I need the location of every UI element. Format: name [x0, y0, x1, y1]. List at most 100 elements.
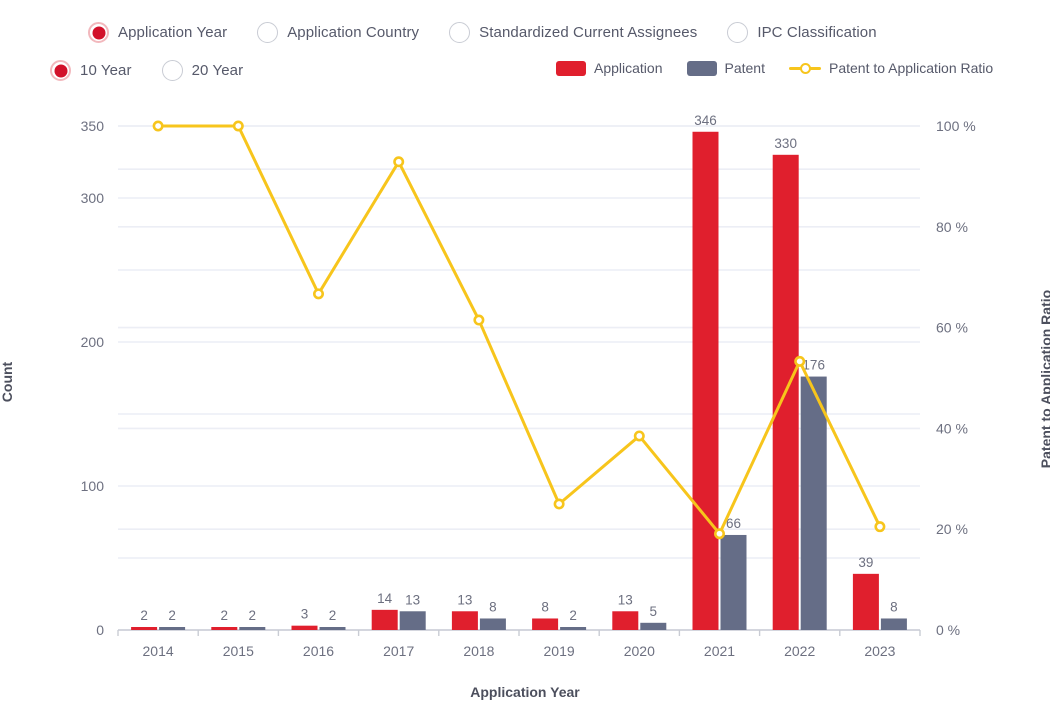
ratio-point-2020[interactable]: [633, 430, 645, 442]
bar-application-2016[interactable]: [291, 625, 318, 630]
bar-application-2019[interactable]: [532, 618, 559, 630]
category-radio-group[interactable]: Application Year Application Country Sta…: [88, 22, 907, 43]
ratio-point-2018[interactable]: [473, 314, 485, 326]
bar-label-application-2016: 3: [301, 607, 309, 622]
radio-mark-application-year[interactable]: [88, 22, 109, 43]
ratio-point-2022[interactable]: [794, 355, 806, 367]
x-axis-tick-label-2020: 2020: [624, 643, 655, 659]
chart-container: 0 100 200 300 350 0 % 20 % 40 % 60 % 80 % 100 % 2 2 2…: [0, 96, 1050, 720]
bar-label-patent-2018: 8: [489, 599, 497, 614]
y-axis-left-tick-label: 100: [81, 478, 105, 494]
bar-patent-2015[interactable]: [239, 627, 266, 630]
bar-label-application-2014: 2: [140, 608, 148, 623]
bar-label-application-2018: 13: [457, 592, 472, 607]
x-axis-tick-label-2014: 2014: [143, 643, 174, 659]
bar-application-2023[interactable]: [852, 573, 879, 630]
bar-patent-2018[interactable]: [479, 618, 506, 630]
combo-chart[interactable]: 0 100 200 300 350 0 % 20 % 40 % 60 % 80 % 100 % 2 2 2…: [0, 96, 1050, 720]
chart-legend: Application Patent Patent to Application…: [556, 60, 1017, 76]
radio-standardized-current-assignees[interactable]: Standardized Current Assignees: [449, 22, 697, 43]
radio-application-year[interactable]: Application Year: [88, 22, 227, 43]
x-axis-tick-label-2016: 2016: [303, 643, 334, 659]
radio-mark-application-country[interactable]: [257, 22, 279, 43]
legend-label-application: Application: [594, 60, 663, 76]
x-axis-tick-label-2018: 2018: [463, 643, 494, 659]
y-axis-left-title: Count: [0, 361, 16, 403]
ratio-point-2015[interactable]: [232, 120, 244, 132]
radio-application-country[interactable]: Application Country: [257, 22, 419, 43]
bar-label-application-2023: 39: [858, 555, 873, 570]
radio-label-10-year: 10 Year: [80, 62, 132, 79]
y-axis-right-title: Patent to Application Ratio: [1037, 289, 1050, 469]
ratio-point-2017[interactable]: [393, 156, 405, 168]
bar-patent-2014[interactable]: [159, 627, 186, 630]
bar-application-2018[interactable]: [451, 611, 478, 630]
bar-label-application-2015: 2: [221, 608, 229, 623]
ratio-point-2021[interactable]: [713, 528, 725, 540]
y-axis-left-tick-label: 350: [81, 118, 105, 134]
radio-label-ipc-classification: IPC Classification: [757, 24, 877, 41]
bar-label-patent-2019: 2: [569, 608, 577, 623]
radio-mark-standardized-current-assignees[interactable]: [449, 22, 471, 43]
bar-application-2014[interactable]: [131, 627, 158, 630]
ratio-point-2014[interactable]: [152, 120, 164, 132]
x-axis-title: Application Year: [470, 684, 580, 700]
ratio-point-2016[interactable]: [312, 288, 324, 300]
ratio-line[interactable]: [156, 124, 882, 536]
legend-item-patent[interactable]: Patent: [686, 60, 765, 76]
legend-swatch-patent: [686, 60, 717, 76]
bar-application-2017[interactable]: [371, 609, 398, 630]
radio-10-year[interactable]: 10 Year: [50, 60, 132, 81]
x-axis-tick-label-2015: 2015: [223, 643, 254, 659]
bar-patent-2017[interactable]: [399, 611, 426, 630]
bar-label-patent-2016: 2: [329, 608, 337, 623]
bar-label-application-2020: 13: [618, 592, 633, 607]
legend-line-marker-ratio: [788, 61, 821, 75]
legend-item-application[interactable]: Application: [556, 60, 663, 76]
y-axis-right-tick-label: 0 %: [936, 622, 960, 638]
bar-application-2020[interactable]: [612, 611, 639, 630]
radio-label-20-year: 20 Year: [191, 62, 244, 79]
bar-label-application-2017: 14: [377, 591, 393, 606]
y-axis-left-tick-label: 200: [81, 334, 105, 350]
bar-patent-2022[interactable]: [800, 376, 827, 630]
radio-mark-10-year[interactable]: [50, 60, 71, 81]
radio-20-year[interactable]: 20 Year: [161, 60, 244, 81]
legend-swatch-application: [556, 60, 586, 76]
radio-ipc-classification[interactable]: IPC Classification: [727, 22, 877, 43]
x-axis-tick-label-2017: 2017: [383, 643, 414, 659]
y-axis-right-tick-label: 80 %: [936, 219, 968, 235]
y-axis-right-tick-label: 40 %: [936, 420, 968, 436]
bar-label-application-2022: 330: [774, 136, 797, 151]
bar-patent-2020[interactable]: [640, 622, 667, 630]
bar-patent-2019[interactable]: [560, 627, 587, 630]
y-axis-left-tick-label: 0: [96, 622, 104, 638]
bar-patent-2023[interactable]: [880, 618, 907, 630]
ratio-point-2023[interactable]: [874, 521, 886, 533]
x-axis-tick-label-2019: 2019: [544, 643, 575, 659]
ratio-point-2019[interactable]: [553, 498, 565, 510]
y-axis-right-tick-label: 20 %: [936, 521, 968, 537]
bar-application-2015[interactable]: [211, 627, 238, 630]
bar-label-patent-2015: 2: [249, 608, 257, 623]
bar-patent-2021[interactable]: [720, 534, 747, 630]
y-axis-right-tick-label: 60 %: [936, 320, 968, 336]
y-axis-left-tick-label: 300: [81, 190, 105, 206]
radio-label-application-year: Application Year: [118, 24, 228, 41]
legend-label-patent-to-application-ratio: Patent to Application Ratio: [828, 60, 994, 76]
radio-label-standardized-current-assignees: Standardized Current Assignees: [479, 24, 698, 41]
bar-label-patent-2023: 8: [890, 599, 898, 614]
x-axis-tick-label-2023: 2023: [864, 643, 895, 659]
radio-mark-20-year[interactable]: [161, 60, 183, 81]
bar-label-application-2021: 346: [694, 113, 717, 128]
legend-item-patent-to-application-ratio[interactable]: Patent to Application Ratio: [788, 60, 994, 76]
radio-label-application-country: Application Country: [287, 24, 420, 41]
bar-application-2021[interactable]: [692, 131, 719, 630]
x-axis-tick-label-2022: 2022: [784, 643, 815, 659]
x-axis-tick-label-2021: 2021: [704, 643, 735, 659]
bar-label-patent-2014: 2: [168, 608, 176, 623]
bar-label-patent-2020: 5: [650, 604, 658, 619]
radio-mark-ipc-classification[interactable]: [727, 22, 749, 43]
bar-patent-2016[interactable]: [319, 627, 346, 630]
y-axis-right-tick-label: 100 %: [936, 118, 976, 134]
